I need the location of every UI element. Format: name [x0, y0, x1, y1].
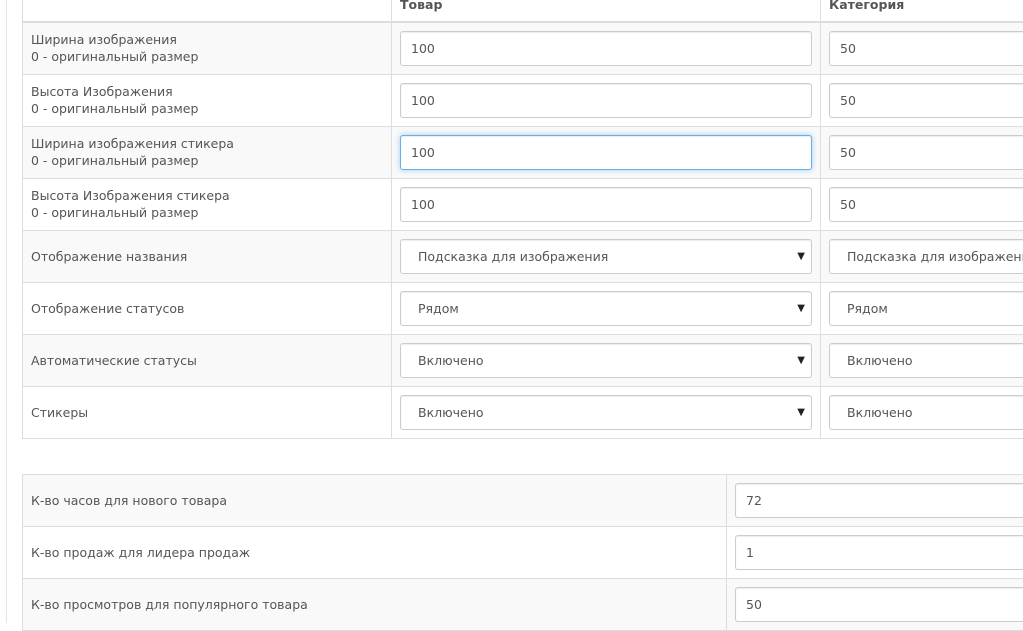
status-settings-table: К-во часов для нового товара 72 К-во про… — [22, 474, 1023, 631]
category-sticker-height-input[interactable]: 50 — [829, 187, 1023, 222]
category-auto-status-select[interactable]: Включено — [829, 343, 1023, 378]
table-row: Высота Изображения0 - оригинальный разме… — [23, 74, 1023, 126]
header-product: Товар — [392, 0, 821, 22]
popular-views-input[interactable]: 50 — [735, 587, 1023, 622]
category-status-display-select[interactable]: Рядом — [829, 291, 1023, 326]
category-image-width-input[interactable]: 50 — [829, 31, 1023, 66]
image-width-label: Ширина изображения0 - оригинальный разме… — [31, 31, 383, 65]
product-stickers-select[interactable]: Включено▼ — [400, 395, 812, 430]
product-status-display-select[interactable]: Рядом▼ — [400, 291, 812, 326]
table-row: Отображение названия Подсказка для изобр… — [23, 230, 1023, 282]
category-image-height-input[interactable]: 50 — [829, 83, 1023, 118]
header-empty — [23, 0, 392, 22]
auto-status-label: Автоматические статусы — [31, 352, 383, 369]
category-sticker-width-input[interactable]: 50 — [829, 135, 1023, 170]
category-stickers-select[interactable]: Включено — [829, 395, 1023, 430]
table-row: Ширина изображения0 - оригинальный разме… — [23, 22, 1023, 74]
status-display-label: Отображение статусов — [31, 300, 383, 317]
caret-down-icon: ▼ — [797, 344, 805, 377]
table-row: К-во продаж для лидера продаж 1 — [23, 527, 1023, 579]
bestseller-sales-input[interactable]: 1 — [735, 535, 1023, 570]
new-product-hours-input[interactable]: 72 — [735, 483, 1023, 518]
sticker-width-label: Ширина изображения стикера0 - оригинальн… — [31, 135, 383, 169]
popular-views-label: К-во просмотров для популярного товара — [31, 596, 718, 613]
table-row: Высота Изображения стикера0 - оригинальн… — [23, 178, 1023, 230]
bestseller-sales-label: К-во продаж для лидера продаж — [31, 544, 718, 561]
product-image-width-input[interactable]: 100 — [400, 31, 812, 66]
table-row: Стикеры Включено▼ Включено — [23, 386, 1023, 438]
table-row: Автоматические статусы Включено▼ Включен… — [23, 334, 1023, 386]
caret-down-icon: ▼ — [797, 292, 805, 325]
table-row: Отображение статусов Рядом▼ Рядом — [23, 282, 1023, 334]
product-sticker-height-input[interactable]: 100 — [400, 187, 812, 222]
sticker-height-label: Высота Изображения стикера0 - оригинальн… — [31, 187, 383, 221]
image-height-label: Высота Изображения0 - оригинальный разме… — [31, 83, 383, 117]
product-name-display-select[interactable]: Подсказка для изображения▼ — [400, 239, 812, 274]
caret-down-icon: ▼ — [797, 396, 805, 429]
image-settings-table: Товар Категория Ширина изображения0 - ор… — [22, 0, 1023, 439]
header-category: Категория — [821, 0, 1023, 22]
category-name-display-select[interactable]: Подсказка для изображения — [829, 239, 1023, 274]
table-row: К-во часов для нового товара 72 — [23, 475, 1023, 527]
new-product-hours-label: К-во часов для нового товара — [31, 492, 718, 509]
product-sticker-width-input[interactable]: 100 — [400, 135, 812, 170]
name-display-label: Отображение названия — [31, 248, 383, 265]
table-row: Ширина изображения стикера0 - оригинальн… — [23, 126, 1023, 178]
product-image-height-input[interactable]: 100 — [400, 83, 812, 118]
table-header-row: Товар Категория — [23, 0, 1023, 22]
page-left-border — [6, 0, 7, 623]
caret-down-icon: ▼ — [797, 240, 805, 273]
product-auto-status-select[interactable]: Включено▼ — [400, 343, 812, 378]
stickers-label: Стикеры — [31, 404, 383, 421]
